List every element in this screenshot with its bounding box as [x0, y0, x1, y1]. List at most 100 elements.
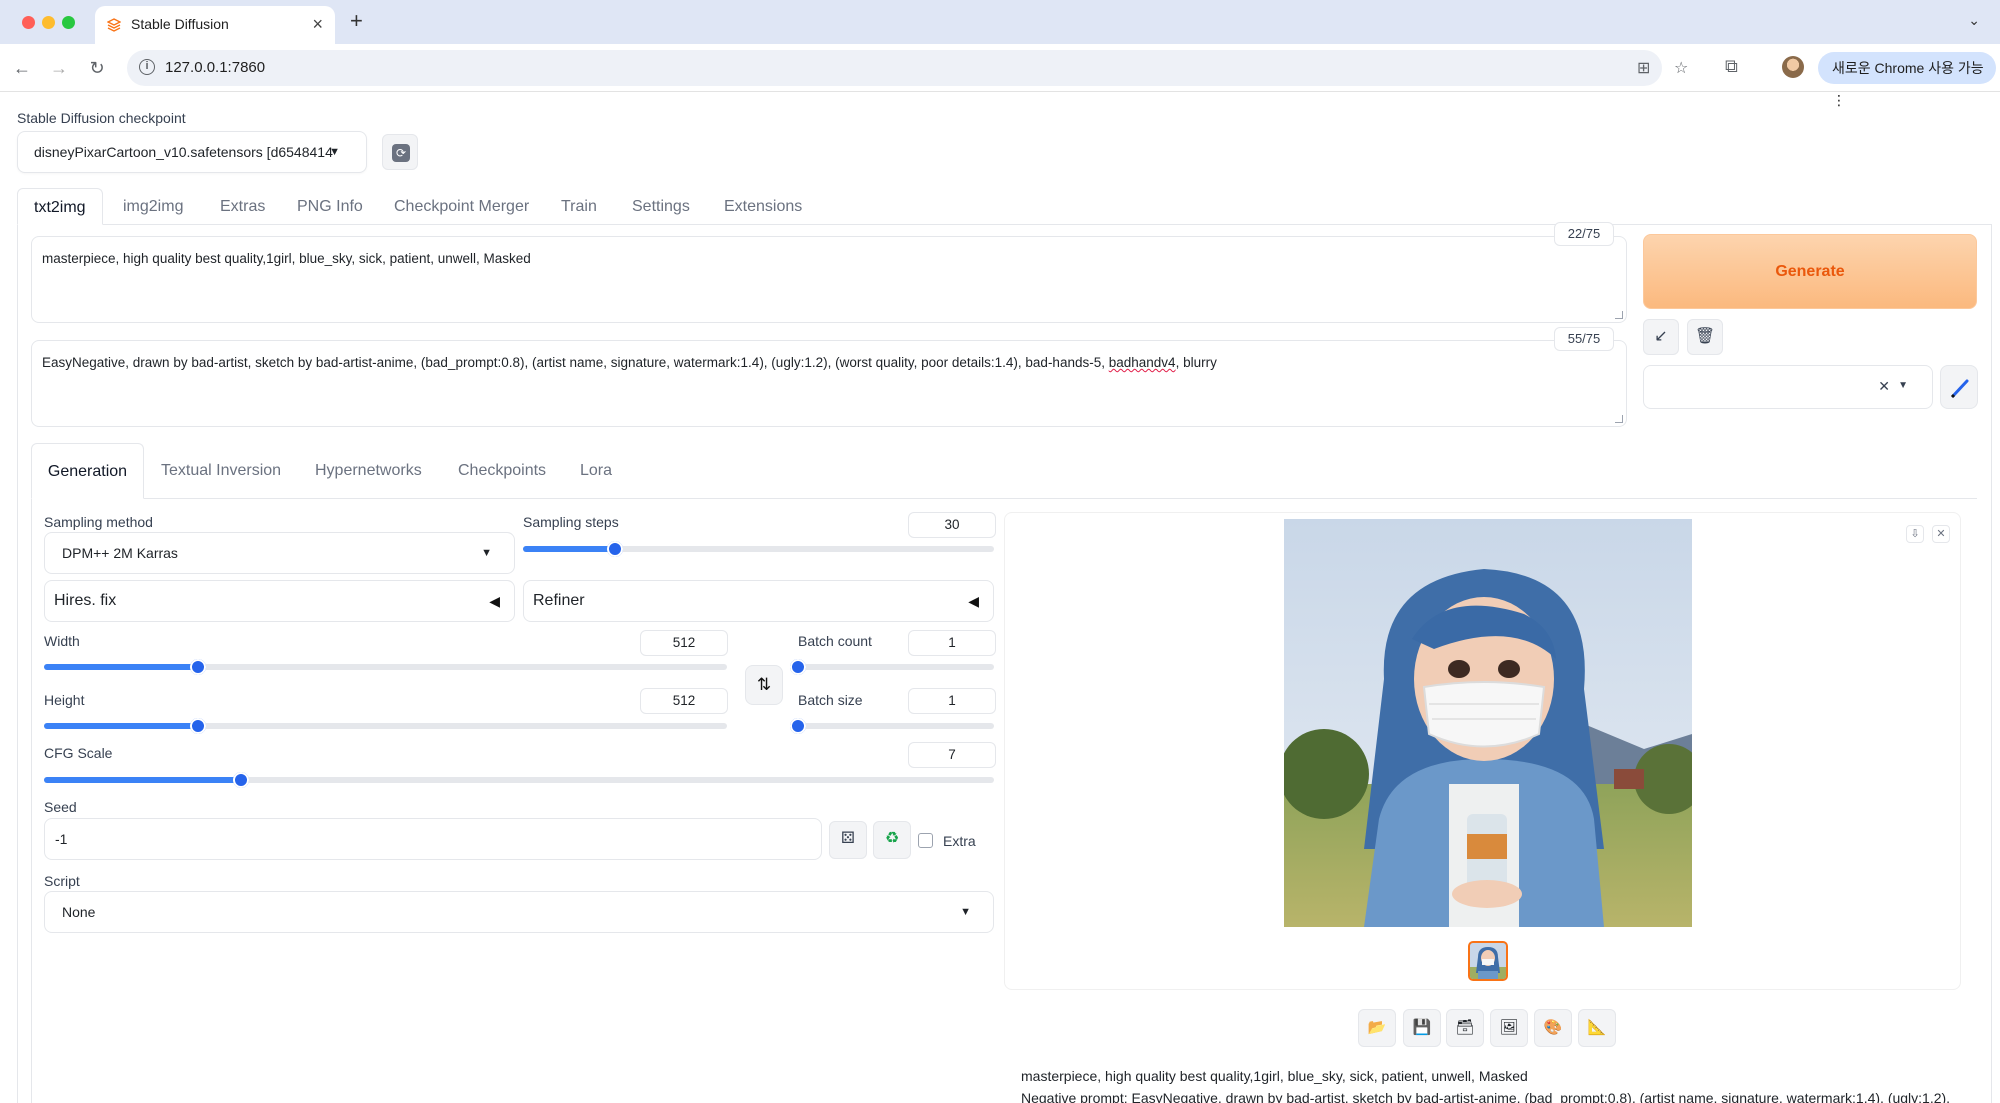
sampling-steps-input[interactable]: 30 — [908, 512, 996, 538]
checkpoint-dropdown[interactable]: disneyPixarCartoon_v10.safetensors [d654… — [17, 131, 367, 173]
close-tab-icon[interactable]: × — [312, 14, 323, 35]
clear-styles-icon[interactable]: ✕ — [1878, 378, 1890, 395]
forward-arrow-icon[interactable]: → — [45, 54, 73, 82]
stable-diffusion-favicon-icon — [107, 18, 121, 32]
cfg-scale-fill — [44, 777, 241, 783]
styles-dropdown[interactable]: ✕ ▼ — [1643, 365, 1933, 409]
tab-txt2img[interactable]: txt2img — [17, 188, 103, 225]
palette-icon: 🎨 — [1543, 1019, 1563, 1036]
site-info-icon[interactable]: i — [139, 59, 155, 75]
caret-down-icon: ▼ — [329, 146, 340, 158]
height-input[interactable]: 512 — [640, 688, 728, 714]
batch-count-slider[interactable] — [790, 659, 994, 675]
save-button[interactable]: 💾 — [1403, 1009, 1441, 1047]
resize-grip-icon[interactable] — [1615, 415, 1623, 423]
cfg-scale-thumb[interactable] — [232, 772, 249, 788]
extra-label: Extra — [943, 833, 976, 849]
clear-prompt-button[interactable]: 🗑 — [1687, 319, 1723, 355]
height-slider[interactable] — [44, 718, 727, 734]
chrome-update-label: 새로운 Chrome 사용 가능 — [1832, 60, 1984, 76]
send-to-img2img-button[interactable]: 🖼 — [1490, 1009, 1528, 1047]
cfg-scale-slider[interactable] — [44, 772, 994, 788]
resize-grip-icon[interactable] — [1615, 311, 1623, 319]
width-slider[interactable] — [44, 659, 727, 675]
close-image-icon[interactable]: ✕ — [1932, 525, 1950, 543]
address-bar[interactable]: i 127.0.0.1:7860 ⊞ ☆ — [127, 50, 1688, 86]
download-icon[interactable]: ⇩ — [1906, 525, 1924, 543]
extra-checkbox[interactable] — [918, 833, 933, 848]
batch-size-input[interactable]: 1 — [908, 688, 996, 714]
translate-icon[interactable]: ⊞ — [1637, 58, 1650, 78]
send-to-extras-button[interactable]: 📐 — [1578, 1009, 1616, 1047]
refiner-label: Refiner — [533, 592, 585, 609]
profile-avatar[interactable] — [1782, 56, 1804, 78]
reload-icon[interactable]: ↻ — [83, 54, 111, 82]
hires-fix-accordion[interactable]: Hires. fix ◀ — [44, 580, 515, 622]
generated-image-illustration — [1284, 519, 1692, 927]
tab-extras[interactable]: Extras — [220, 188, 265, 225]
folder-icon: 📂 — [1367, 1019, 1387, 1036]
image-thumbnail[interactable] — [1468, 941, 1508, 981]
tab-png-info[interactable]: PNG Info — [297, 188, 363, 225]
tab-hypernetworks[interactable]: Hypernetworks — [315, 443, 422, 499]
caret-down-icon: ▼ — [960, 906, 971, 918]
batch-count-thumb[interactable] — [790, 659, 806, 675]
dice-icon: ⚄ — [841, 830, 855, 847]
refiner-accordion[interactable]: Refiner ◀ — [523, 580, 994, 622]
width-fill — [44, 664, 199, 670]
generated-image[interactable] — [1284, 519, 1692, 927]
batch-size-thumb[interactable] — [790, 718, 806, 734]
batch-count-label: Batch count — [798, 633, 872, 649]
sampling-steps-slider[interactable] — [523, 541, 994, 557]
prompt-textarea[interactable]: masterpiece, high quality best quality,1… — [31, 236, 1627, 323]
tab-checkpoints[interactable]: Checkpoints — [458, 443, 546, 499]
script-dropdown[interactable]: None ▼ — [44, 891, 994, 933]
back-arrow-icon[interactable]: ← — [8, 54, 36, 82]
edit-styles-button[interactable] — [1940, 365, 1978, 409]
close-window-button[interactable] — [22, 16, 35, 29]
seed-input[interactable]: -1 — [44, 818, 822, 860]
swap-dimensions-button[interactable]: ⇅ — [745, 665, 783, 705]
generate-button[interactable]: Generate — [1643, 234, 1977, 309]
tab-extensions[interactable]: Extensions — [724, 188, 802, 225]
reuse-seed-button[interactable]: ♻ — [873, 821, 911, 859]
sampling-steps-thumb[interactable] — [606, 541, 623, 557]
generation-info-prompt: masterpiece, high quality best quality,1… — [1021, 1068, 1528, 1084]
bookmark-star-icon[interactable]: ☆ — [1674, 58, 1688, 78]
negative-prompt-text-end: , blurry — [1175, 355, 1217, 370]
address-url[interactable]: 127.0.0.1:7860 — [165, 59, 265, 76]
sampling-steps-label: Sampling steps — [523, 514, 619, 530]
width-label: Width — [44, 633, 80, 649]
extensions-puzzle-icon[interactable]: ⧉ — [1725, 56, 1738, 77]
new-tab-icon[interactable]: + — [350, 8, 363, 34]
tab-search-chevron-icon[interactable]: ⌄ — [1968, 12, 1980, 29]
negative-prompt-token-counter: 55/75 — [1554, 327, 1614, 351]
sampling-method-value: DPM++ 2M Karras — [62, 545, 178, 561]
negative-prompt-textarea[interactable]: EasyNegative, drawn by bad-artist, sketc… — [31, 340, 1627, 427]
more-menu-icon[interactable]: ⋮ — [1832, 92, 1846, 108]
sampling-method-dropdown[interactable]: DPM++ 2M Karras ▼ — [44, 532, 515, 574]
read-params-button[interactable]: ↙ — [1643, 319, 1679, 355]
tab-img2img[interactable]: img2img — [123, 188, 183, 225]
tab-checkpoint-merger[interactable]: Checkpoint Merger — [394, 188, 529, 225]
send-to-inpaint-button[interactable]: 🎨 — [1534, 1009, 1572, 1047]
browser-tab[interactable]: Stable Diffusion × — [95, 6, 335, 44]
batch-count-input[interactable]: 1 — [908, 630, 996, 656]
sampling-method-label: Sampling method — [44, 514, 153, 530]
cfg-scale-input[interactable]: 7 — [908, 742, 996, 768]
minimize-window-button[interactable] — [42, 16, 55, 29]
refresh-checkpoint-button[interactable]: ⟳ — [382, 134, 418, 170]
tab-train[interactable]: Train — [561, 188, 597, 225]
batch-size-slider[interactable] — [790, 718, 994, 734]
random-seed-button[interactable]: ⚄ — [829, 821, 867, 859]
chrome-update-button[interactable]: 새로운 Chrome 사용 가능 ⋮ — [1818, 52, 1996, 108]
open-folder-button[interactable]: 📂 — [1358, 1009, 1396, 1047]
tab-settings[interactable]: Settings — [632, 188, 690, 225]
zip-button[interactable]: 🗃 — [1446, 1009, 1484, 1047]
width-input[interactable]: 512 — [640, 630, 728, 656]
maximize-window-button[interactable] — [62, 16, 75, 29]
browser-toolbar: ← → ↻ i 127.0.0.1:7860 ⊞ ☆ ⧉ 새로운 Chrome … — [0, 44, 2000, 108]
tab-generation[interactable]: Generation — [31, 443, 144, 499]
tab-lora[interactable]: Lora — [580, 443, 612, 499]
tab-textual-inversion[interactable]: Textual Inversion — [161, 443, 281, 499]
